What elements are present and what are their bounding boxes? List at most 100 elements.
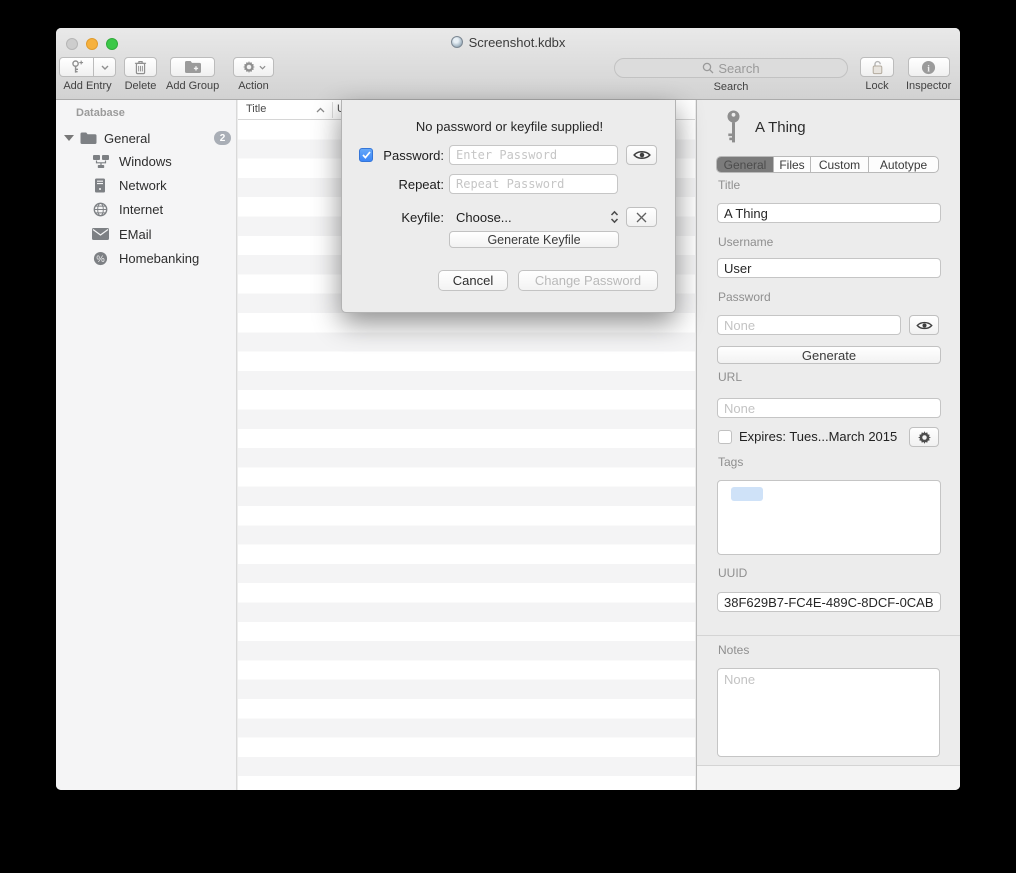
sidebar-item-general[interactable]: General 2 xyxy=(64,126,229,150)
password-checkbox[interactable] xyxy=(359,148,373,162)
action-button[interactable] xyxy=(233,57,274,77)
tab-general[interactable]: General xyxy=(717,157,774,172)
repeat-label: Repeat: xyxy=(374,177,444,192)
svg-text:i: i xyxy=(927,64,930,74)
add-entry-dropdown-button[interactable] xyxy=(94,57,116,77)
document-proxy-icon xyxy=(451,36,463,48)
inspector-panel: A Thing General Files Custom Autotype Ti… xyxy=(696,100,960,790)
notes-field-label: Notes xyxy=(718,643,749,657)
keyfile-popup-value: Choose... xyxy=(456,210,512,225)
sidebar-item-label: General xyxy=(104,131,150,146)
toolbar: Add Entry Delete xyxy=(56,56,960,100)
url-field-label: URL xyxy=(718,370,742,384)
title-field-label: Title xyxy=(718,178,740,192)
generate-button-label: Generate xyxy=(802,348,856,363)
inspector-group: i Inspector xyxy=(906,57,951,92)
username-field-value: User xyxy=(724,261,751,276)
sidebar-item-internet[interactable]: Internet xyxy=(93,197,163,221)
tags-field-label: Tags xyxy=(718,455,743,469)
tab-custom[interactable]: Custom xyxy=(811,157,869,172)
uuid-field-value: 38F629B7-FC4E-489C-8DCF-0CAB xyxy=(724,595,934,610)
gear-icon xyxy=(242,60,256,74)
password-field[interactable]: None xyxy=(717,315,901,335)
unlocked-padlock-icon xyxy=(871,60,884,75)
sidebar: Database General 2 Windows xyxy=(56,100,237,790)
tag-token[interactable] xyxy=(731,487,763,501)
username-field-label: Username xyxy=(718,235,773,249)
uuid-field-label: UUID xyxy=(718,566,747,580)
delete-group: Delete xyxy=(124,57,157,92)
server-icon xyxy=(94,178,106,193)
change-password-button[interactable]: Change Password xyxy=(518,270,658,291)
tab-autotype[interactable]: Autotype xyxy=(869,157,938,172)
reveal-password-button[interactable] xyxy=(909,315,939,335)
notes-field[interactable]: None xyxy=(717,668,940,757)
key-icon xyxy=(726,110,741,143)
add-group-group: Add Group xyxy=(166,57,219,92)
cancel-button-label: Cancel xyxy=(453,273,493,288)
app-window: Screenshot.kdbx xyxy=(56,28,960,790)
sidebar-item-windows[interactable]: Windows xyxy=(92,149,172,173)
folder-plus-icon xyxy=(184,60,202,74)
action-group: Action xyxy=(233,57,274,92)
entry-count-badge: 2 xyxy=(214,131,231,145)
url-field-placeholder: None xyxy=(724,401,755,416)
inspector-label: Inspector xyxy=(906,80,951,92)
expires-settings-button[interactable] xyxy=(909,427,939,447)
sidebar-item-network[interactable]: Network xyxy=(94,173,167,197)
delete-button[interactable] xyxy=(124,57,157,77)
lock-group: Lock xyxy=(860,57,894,92)
search-input[interactable]: Search xyxy=(614,58,848,78)
eye-icon xyxy=(916,320,933,331)
add-entry-button[interactable] xyxy=(59,57,94,77)
keyfile-popup[interactable]: Choose... xyxy=(456,210,512,225)
lock-label: Lock xyxy=(865,80,888,92)
sidebar-item-email[interactable]: EMail xyxy=(92,222,152,246)
generate-keyfile-label: Generate Keyfile xyxy=(487,233,580,247)
trash-icon xyxy=(134,60,147,75)
sidebar-item-label: Windows xyxy=(119,154,172,169)
info-icon: i xyxy=(921,60,936,75)
add-group-button[interactable] xyxy=(170,57,215,77)
url-field[interactable]: None xyxy=(717,398,941,418)
column-header-title[interactable]: Title xyxy=(246,103,266,115)
expires-row: Expires: Tues...March 2015 xyxy=(718,429,897,444)
window-chrome: Screenshot.kdbx xyxy=(56,28,960,100)
keyfile-label: Keyfile: xyxy=(374,210,444,225)
add-entry-group: Add Entry xyxy=(59,57,116,92)
inspector-button[interactable]: i xyxy=(908,57,950,77)
password-field-label: Password xyxy=(718,290,771,304)
expires-checkbox[interactable] xyxy=(718,430,732,444)
lock-button[interactable] xyxy=(860,57,894,77)
column-divider[interactable] xyxy=(332,102,333,118)
action-label: Action xyxy=(238,80,269,92)
popup-stepper-icon[interactable] xyxy=(610,210,619,224)
disclosure-triangle-icon[interactable] xyxy=(64,135,74,141)
title-field[interactable]: A Thing xyxy=(717,203,941,223)
repeat-input[interactable]: Repeat Password xyxy=(449,174,618,194)
clear-keyfile-button[interactable] xyxy=(626,207,657,227)
sidebar-item-label: Homebanking xyxy=(119,251,199,266)
windows-network-icon xyxy=(92,154,110,169)
tags-field[interactable] xyxy=(717,480,941,555)
svg-text:%: % xyxy=(96,253,104,263)
tab-files[interactable]: Files xyxy=(774,157,811,172)
reveal-password-button[interactable] xyxy=(626,145,657,165)
change-password-button-label: Change Password xyxy=(535,273,641,288)
uuid-field[interactable]: 38F629B7-FC4E-489C-8DCF-0CAB xyxy=(717,592,941,612)
section-divider xyxy=(697,635,960,636)
key-plus-icon xyxy=(69,59,84,75)
password-input[interactable]: Enter Password xyxy=(449,145,618,165)
sidebar-item-homebanking[interactable]: % Homebanking xyxy=(93,246,199,270)
sidebar-item-label: EMail xyxy=(119,227,152,242)
search-group: Search Search xyxy=(614,58,848,93)
add-entry-label: Add Entry xyxy=(63,80,111,92)
username-field[interactable]: User xyxy=(717,258,941,278)
envelope-icon xyxy=(92,228,109,240)
cancel-button[interactable]: Cancel xyxy=(438,270,508,291)
generate-password-button[interactable]: Generate xyxy=(717,346,941,364)
generate-keyfile-button[interactable]: Generate Keyfile xyxy=(449,231,619,248)
title-field-value: A Thing xyxy=(724,206,768,221)
notes-field-placeholder: None xyxy=(724,672,755,687)
sheet-message: No password or keyfile supplied! xyxy=(342,119,677,134)
